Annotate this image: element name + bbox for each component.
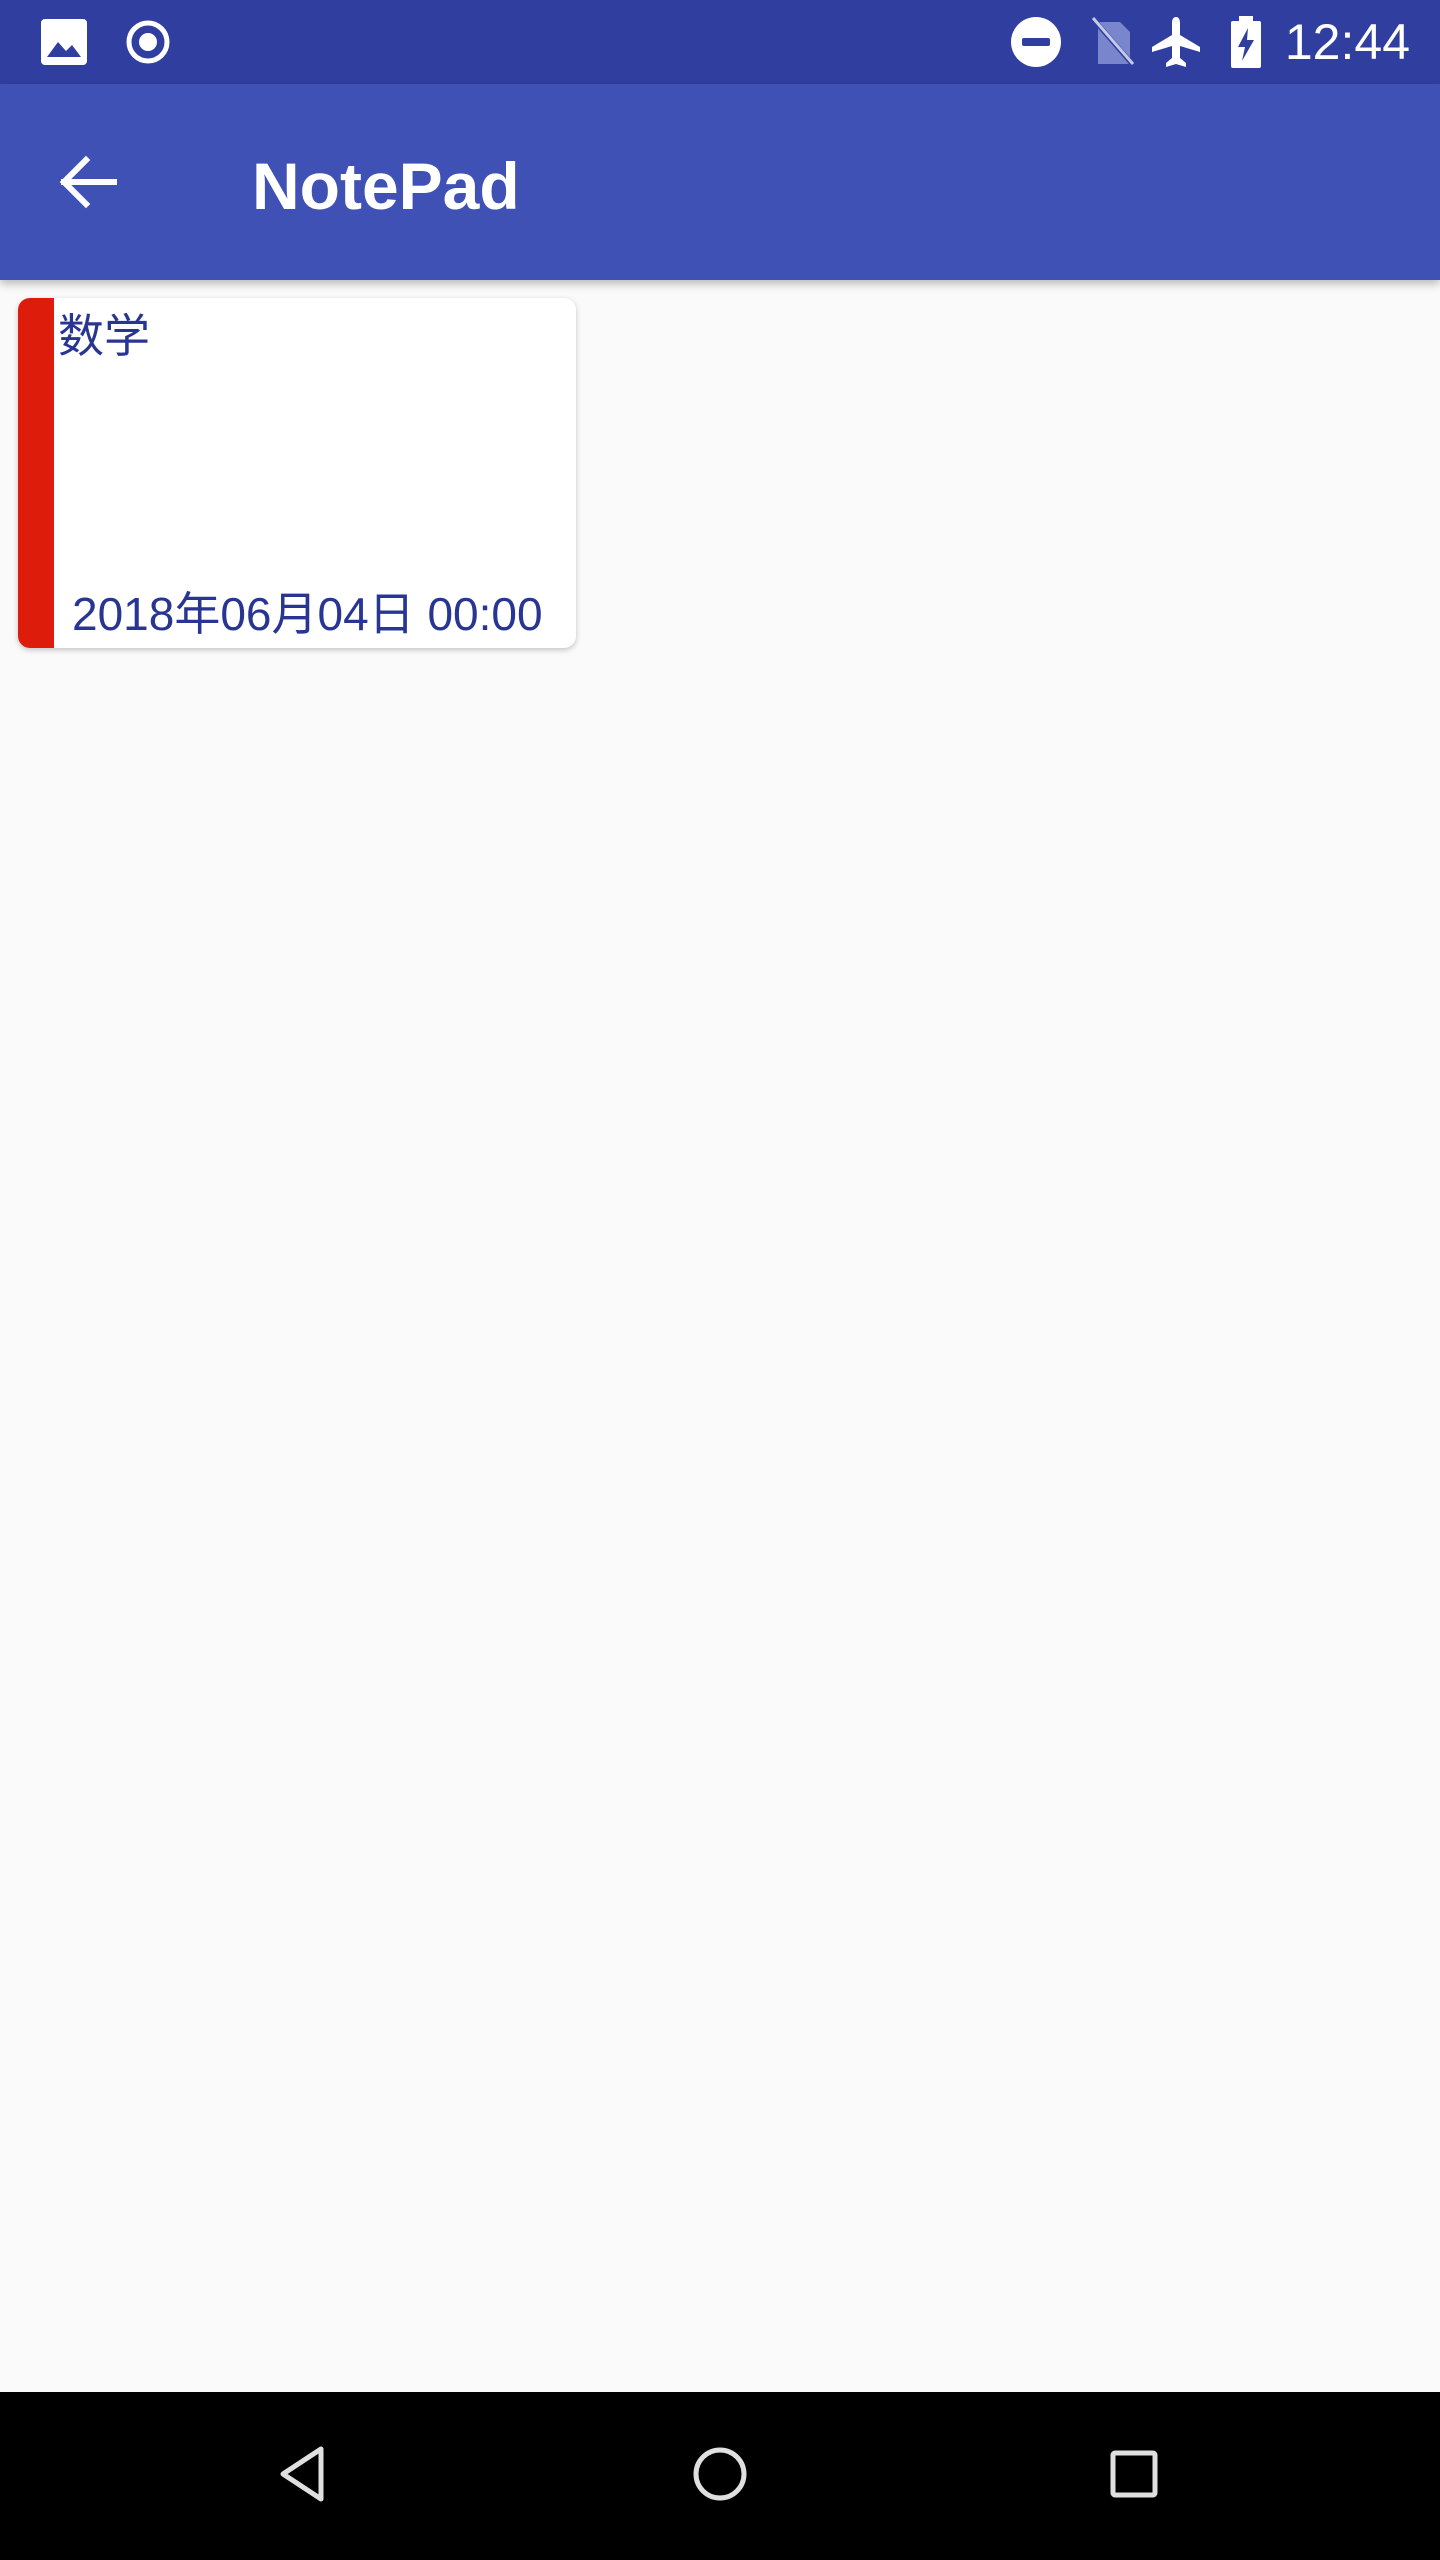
status-clock: 12:44 xyxy=(1284,14,1410,70)
battery-charging-icon xyxy=(1226,14,1266,70)
back-triangle-icon xyxy=(269,2439,339,2513)
back-button[interactable] xyxy=(46,142,130,226)
image-icon xyxy=(38,16,90,68)
notes-grid: 数学 2018年06月04日 00:00 xyxy=(0,280,1440,2392)
navigation-bar xyxy=(0,2392,1440,2560)
nav-home-button[interactable] xyxy=(670,2426,770,2526)
status-bar: 12:44 xyxy=(0,0,1440,84)
app-bar: NotePad xyxy=(0,84,1440,280)
record-icon xyxy=(122,16,174,68)
app-title: NotePad xyxy=(252,149,520,223)
no-sim-icon xyxy=(1088,14,1138,70)
note-color-strip xyxy=(18,298,54,648)
note-card[interactable]: 数学 2018年06月04日 00:00 xyxy=(18,298,576,648)
nav-back-button[interactable] xyxy=(254,2426,354,2526)
home-circle-icon xyxy=(685,2439,755,2513)
do-not-disturb-icon xyxy=(1008,14,1064,70)
note-date: 2018年06月04日 00:00 xyxy=(72,588,543,640)
arrow-back-icon xyxy=(56,150,120,218)
recents-square-icon xyxy=(1099,2439,1169,2513)
note-title: 数学 xyxy=(58,309,150,363)
nav-recents-button[interactable] xyxy=(1084,2426,1184,2526)
airplane-mode-icon xyxy=(1148,14,1204,70)
